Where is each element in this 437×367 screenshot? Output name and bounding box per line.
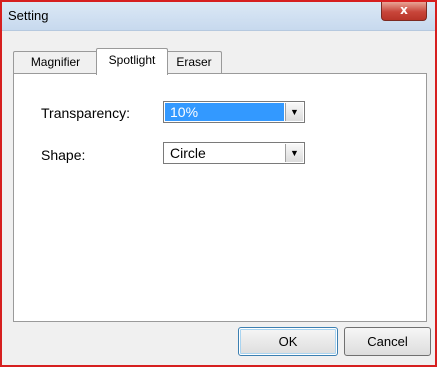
transparency-dropdown[interactable]: 10% ▼ bbox=[163, 101, 305, 123]
title-bar[interactable]: Setting x bbox=[2, 2, 435, 31]
shape-label: Shape: bbox=[41, 147, 86, 163]
close-icon: x bbox=[400, 3, 408, 17]
ok-button[interactable]: OK bbox=[238, 327, 338, 356]
chevron-down-icon[interactable]: ▼ bbox=[285, 103, 303, 121]
tab-magnifier[interactable]: Magnifier bbox=[13, 51, 98, 74]
shape-value: Circle bbox=[170, 145, 206, 161]
chevron-down-icon[interactable]: ▼ bbox=[285, 144, 303, 162]
close-button[interactable]: x bbox=[381, 2, 427, 21]
tab-spotlight[interactable]: Spotlight bbox=[96, 48, 168, 75]
tab-eraser[interactable]: Eraser bbox=[166, 51, 222, 74]
spotlight-panel: Transparency: 10% ▼ Shape: Circle ▼ bbox=[13, 73, 427, 322]
settings-window: Setting x Magnifier Spotlight Eraser Tra… bbox=[0, 0, 437, 367]
window-title: Setting bbox=[8, 8, 49, 23]
cancel-button[interactable]: Cancel bbox=[344, 327, 431, 356]
transparency-value: 10% bbox=[165, 103, 284, 121]
transparency-label: Transparency: bbox=[41, 105, 130, 121]
shape-dropdown[interactable]: Circle ▼ bbox=[163, 142, 305, 164]
